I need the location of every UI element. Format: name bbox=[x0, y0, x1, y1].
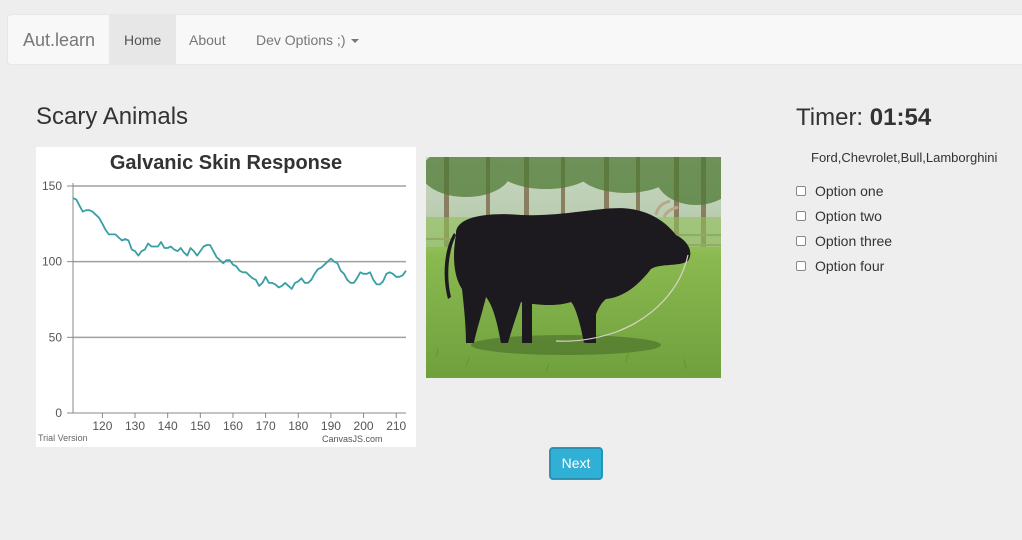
x-tick-label: 150 bbox=[190, 419, 210, 433]
y-tick-label: 100 bbox=[42, 255, 62, 269]
gsr-chart-svg: Galvanic Skin Response 0 50 100 150 120 130 140… bbox=[38, 152, 407, 444]
nav-item-about[interactable]: About bbox=[174, 15, 241, 65]
y-tick-label: 50 bbox=[49, 330, 63, 344]
option-three[interactable]: Option three bbox=[796, 228, 892, 253]
nav-item-dev-options[interactable]: Dev Options ;) bbox=[241, 15, 374, 65]
chart-title: Galvanic Skin Response bbox=[110, 152, 342, 174]
choices-text: Ford,Chevrolet,Bull,Lamborghini bbox=[811, 150, 998, 165]
option-two-checkbox[interactable] bbox=[796, 210, 806, 221]
navbar: Aut.learn Home About Dev Options ;) bbox=[7, 14, 1022, 65]
x-tick-label: 190 bbox=[321, 419, 341, 433]
next-button[interactable]: Next bbox=[549, 447, 603, 480]
nav-item-dev-options-label: Dev Options ;) bbox=[256, 32, 346, 48]
option-one-checkbox[interactable] bbox=[796, 185, 806, 196]
y-tick-label: 0 bbox=[55, 406, 62, 420]
brand-link[interactable]: Aut.learn bbox=[23, 15, 95, 65]
option-four-checkbox[interactable] bbox=[796, 260, 806, 271]
x-tick-label: 160 bbox=[223, 419, 243, 433]
caret-down-icon bbox=[351, 39, 360, 44]
option-one[interactable]: Option one bbox=[796, 178, 892, 203]
watermark-canvasjs: CanvasJS.com bbox=[322, 434, 383, 444]
nav-item-home-label: Home bbox=[124, 32, 162, 48]
bull-photo bbox=[426, 157, 721, 378]
timer-label: Timer: bbox=[796, 104, 864, 131]
option-three-checkbox[interactable] bbox=[796, 235, 806, 246]
option-two-label: Option two bbox=[815, 207, 882, 224]
option-two[interactable]: Option two bbox=[796, 203, 892, 228]
page-title: Scary Animals bbox=[36, 103, 189, 130]
option-three-label: Option three bbox=[815, 232, 893, 249]
gsr-chart: Galvanic Skin Response 0 50 100 150 120 130 140… bbox=[36, 147, 416, 447]
bull-image bbox=[426, 157, 721, 378]
x-tick-label: 130 bbox=[125, 419, 145, 433]
options-list: Option one Option two Option three Optio… bbox=[796, 178, 892, 278]
nav-item-home[interactable]: Home bbox=[109, 15, 177, 65]
timer: Timer: 01:54 bbox=[796, 104, 931, 132]
y-tick-label: 150 bbox=[42, 179, 62, 193]
timer-value: 01:54 bbox=[869, 104, 932, 131]
x-tick-label: 210 bbox=[386, 419, 406, 433]
option-one-label: Option one bbox=[815, 182, 884, 199]
x-tick-label: 140 bbox=[158, 419, 178, 433]
nav-item-about-label: About bbox=[189, 32, 226, 48]
watermark-trial: Trial Version bbox=[38, 433, 88, 443]
x-tick-label: 170 bbox=[256, 419, 276, 433]
x-tick-label: 200 bbox=[354, 419, 374, 433]
x-tick-label: 180 bbox=[288, 419, 308, 433]
x-tick-label: 120 bbox=[92, 419, 112, 433]
option-four-label: Option four bbox=[815, 257, 885, 274]
series-line bbox=[72, 197, 407, 290]
option-four[interactable]: Option four bbox=[796, 253, 892, 278]
